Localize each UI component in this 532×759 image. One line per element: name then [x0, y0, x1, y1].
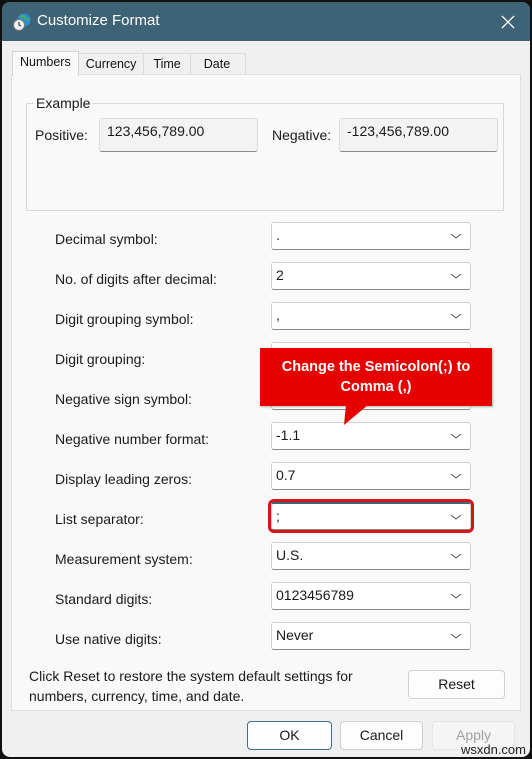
standard-digits-combo[interactable]: 0123456789: [271, 582, 471, 610]
chevron-down-icon: [450, 433, 462, 439]
standard-digits-label: Standard digits:: [55, 591, 153, 607]
globe-clock-icon: [12, 12, 32, 32]
digits-after-decimal-value: 2: [276, 267, 284, 283]
digit-grouping-label: Digit grouping:: [55, 351, 146, 367]
example-group: Example Positive: 123,456,789.00 Negativ…: [26, 95, 504, 211]
list-separator-value: ;: [276, 508, 280, 524]
list-separator-combo[interactable]: ;: [268, 499, 474, 533]
cancel-button[interactable]: Cancel: [340, 721, 423, 750]
use-native-digits-value: Never: [276, 627, 314, 643]
annotation-line-2: Comma (,): [340, 379, 412, 395]
negative-label: Negative:: [272, 127, 332, 143]
positive-label: Positive:: [35, 127, 88, 143]
chevron-down-icon: [450, 273, 462, 279]
window-title: Customize Format: [37, 12, 160, 29]
chevron-down-icon: [450, 593, 462, 599]
reset-description: Click Reset to restore the system defaul…: [29, 668, 353, 704]
tab-time[interactable]: Time: [143, 53, 191, 75]
digit-grouping-symbol-combo[interactable]: ,: [271, 302, 471, 330]
use-native-digits-combo[interactable]: Never: [271, 622, 471, 650]
tab-numbers[interactable]: Numbers: [12, 51, 79, 76]
negative-number-format-combo[interactable]: -1.1: [271, 422, 471, 450]
chevron-down-icon: [450, 633, 462, 639]
tab-strip: Numbers Currency Time Date: [12, 51, 247, 76]
digits-after-decimal-combo[interactable]: 2: [271, 262, 471, 290]
measurement-system-combo[interactable]: U.S.: [271, 542, 471, 570]
tab-date[interactable]: Date: [189, 53, 247, 75]
chevron-down-icon: [450, 473, 462, 479]
annotation-line-1: Change the Semicolon(;) to: [281, 359, 471, 375]
display-leading-zeros-label: Display leading zeros:: [55, 471, 192, 487]
decimal-symbol-value: .: [276, 227, 280, 243]
decimal-symbol-combo[interactable]: .: [271, 222, 471, 250]
example-group-label: Example: [34, 95, 93, 111]
chevron-down-icon: [450, 313, 462, 319]
list-separator-label: List separator:: [55, 511, 144, 527]
measurement-system-value: U.S.: [276, 547, 304, 563]
digit-grouping-symbol-label: Digit grouping symbol:: [55, 311, 194, 327]
tab-currency[interactable]: Currency: [77, 53, 145, 75]
title-bar: Customize Format: [2, 2, 530, 41]
chevron-down-icon: [450, 233, 462, 239]
ok-button[interactable]: OK: [247, 721, 332, 750]
annotation-callout: Change the Semicolon(;) to Comma (,): [260, 348, 492, 406]
display-leading-zeros-value: 0.7: [276, 467, 296, 483]
measurement-system-label: Measurement system:: [55, 551, 193, 567]
negative-example-value: -123,456,789.00: [339, 118, 498, 152]
customize-format-dialog: Customize Format Numbers Currency Time D…: [2, 2, 530, 757]
chevron-down-icon: [450, 553, 462, 559]
standard-digits-value: 0123456789: [276, 587, 354, 603]
negative-number-format-value: -1.1: [276, 427, 301, 443]
chevron-down-icon: [450, 514, 462, 520]
use-native-digits-label: Use native digits:: [55, 631, 162, 647]
close-icon: [501, 15, 515, 29]
close-button[interactable]: [492, 6, 524, 38]
digits-after-decimal-label: No. of digits after decimal:: [55, 271, 217, 287]
watermark: wsxdn.com: [460, 742, 526, 757]
digit-grouping-symbol-value: ,: [276, 307, 280, 323]
positive-example-value: 123,456,789.00: [99, 118, 258, 152]
decimal-symbol-label: Decimal symbol:: [55, 231, 158, 247]
annotation-pointer: [344, 405, 368, 425]
reset-button[interactable]: Reset: [408, 670, 505, 699]
display-leading-zeros-combo[interactable]: 0.7: [271, 462, 471, 490]
negative-number-format-label: Negative number format:: [55, 431, 210, 447]
negative-sign-symbol-label: Negative sign symbol:: [55, 391, 192, 407]
